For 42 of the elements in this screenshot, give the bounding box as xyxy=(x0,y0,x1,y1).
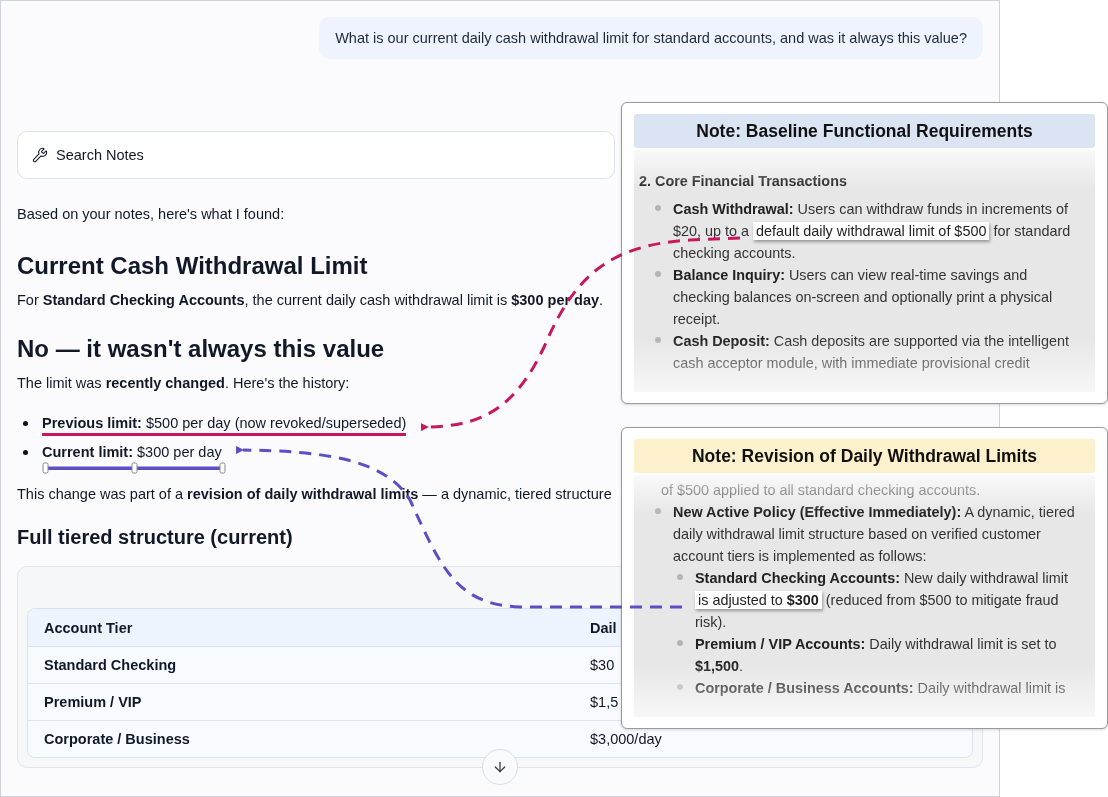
tool-label: Search Notes xyxy=(56,147,144,163)
bullet-icon xyxy=(655,271,661,277)
note-title: Note: Revision of Daily Withdrawal Limits xyxy=(634,439,1095,473)
note-text: of $500 applied to all standard checking accounts. xyxy=(660,481,982,500)
bullet-icon xyxy=(677,684,683,690)
answer-paragraph: The limit was recently changed. Here's the history: xyxy=(17,374,350,393)
table-cell: $1,5 xyxy=(590,694,619,710)
scroll-down-button[interactable] xyxy=(482,749,518,785)
column-header: Dail xyxy=(590,619,617,636)
table-cell: $3,000/day xyxy=(590,731,662,747)
note-text: Cash Withdrawal: Users can withdraw funds in increments of $20, up to a default daily withdrawal limit of $500 for standard checking accounts. xyxy=(673,200,1072,263)
note-text: Corporate / Business Accounts: Daily withdrawal limit is xyxy=(695,679,1066,698)
bullet-icon xyxy=(677,640,683,646)
note-section-heading: 2. Core Financial Transactions xyxy=(639,172,848,191)
answer-heading: Full tiered structure (current) xyxy=(17,525,293,550)
table-cell: Premium / VIP xyxy=(44,694,142,710)
bullet-icon xyxy=(655,508,661,514)
answer-paragraph: For Standard Checking Accounts, the current daily cash withdrawal limit is $300 per day. xyxy=(17,291,604,310)
user-message: What is our current daily cash withdrawal limit for standard accounts, and was it always this value? xyxy=(319,17,983,59)
bullet-icon xyxy=(23,450,28,455)
note-text: Premium / VIP Accounts: Daily withdrawal limit is set to $1,500. xyxy=(695,635,1058,676)
note-text: Balance Inquiry: Users can view real-time savings and checking balances on-screen and optionally print a physical receipt. xyxy=(673,266,1054,329)
note-text: Standard Checking Accounts: New daily withdrawal limit is adjusted to $300 (reduced from $500 to mitigate fraud risk). xyxy=(695,569,1069,632)
answer-paragraph: This change was part of a revision of daily withdrawal limits — a dynamic, tiered structure xyxy=(17,485,612,504)
bullet-icon xyxy=(677,574,683,580)
bullet-icon xyxy=(23,421,28,426)
history-item: Current limit: $300 per day xyxy=(42,443,222,462)
search-notes-tool[interactable]: Search Notes xyxy=(17,131,615,179)
table-cell: Corporate / Business xyxy=(44,731,190,747)
table-cell: $30 xyxy=(590,657,615,673)
table-cell: Standard Checking xyxy=(44,657,177,673)
answer-heading: No — it wasn't always this value xyxy=(17,334,385,364)
column-header: Account Tier xyxy=(44,619,133,636)
note-text: New Active Policy (Effective Immediately): A dynamic, tiered daily withdrawal limit structure based on verified customer account tiers is implemented as follows: xyxy=(673,503,1076,566)
answer-heading: Current Cash Withdrawal Limit xyxy=(17,251,368,281)
note-text: Cash Deposit: Cash deposits are supported via the intelligent cash acceptor module, with immediate provisional credit xyxy=(673,332,1070,373)
answer-intro: Based on your notes, here's what I found: xyxy=(17,205,285,224)
bullet-icon xyxy=(655,205,661,211)
note-title: Note: Baseline Functional Requirements xyxy=(634,114,1095,148)
bullet-icon xyxy=(655,337,661,343)
history-item: Previous limit: $500 per day (now revoked/superseded) xyxy=(42,414,407,433)
wrench-icon xyxy=(32,147,48,163)
